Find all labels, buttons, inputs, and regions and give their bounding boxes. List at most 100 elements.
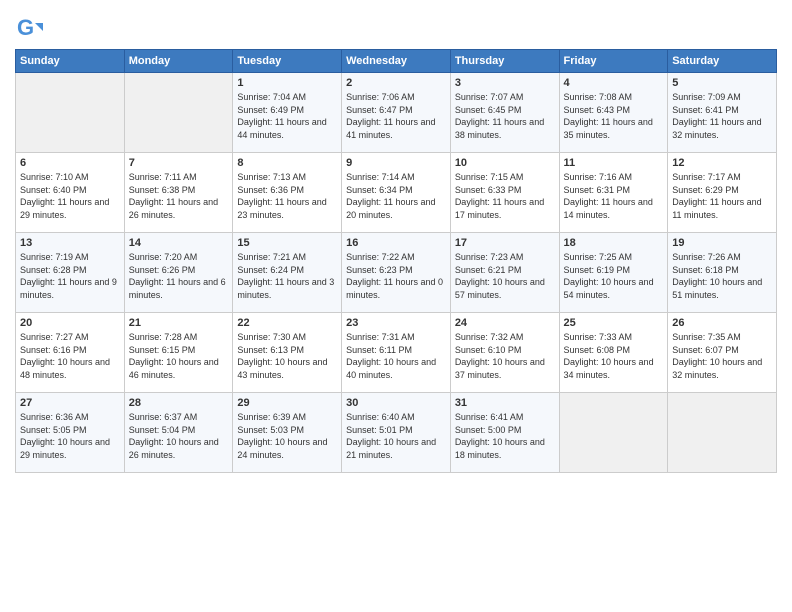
day-number: 2 [346, 77, 446, 89]
day-info: Sunrise: 7:28 AM Sunset: 6:15 PM Dayligh… [129, 331, 229, 381]
calendar-cell: 4Sunrise: 7:08 AM Sunset: 6:43 PM Daylig… [559, 73, 668, 153]
calendar-week-row: 1 Sunrise: 7:04 AM Sunset: 6:49 PM Daylig… [16, 73, 777, 153]
day-number: 8 [237, 157, 337, 169]
day-number: 31 [455, 397, 555, 409]
calendar-table: SundayMondayTuesdayWednesdayThursdayFrid… [15, 49, 777, 473]
calendar-cell: 9Sunrise: 7:14 AM Sunset: 6:34 PM Daylig… [342, 153, 451, 233]
calendar-cell: 24 Sunrise: 7:32 AM Sunset: 6:10 PM Dayli… [450, 313, 559, 393]
day-info: Sunrise: 7:27 AM Sunset: 6:16 PM Dayligh… [20, 331, 120, 381]
day-number: 14 [129, 237, 229, 249]
day-header-monday: Monday [124, 50, 233, 73]
day-info: Sunrise: 7:22 AM Sunset: 6:23 PM Dayligh… [346, 251, 446, 301]
day-info: Sunrise: 7:17 AM Sunset: 6:29 PM Dayligh… [672, 171, 772, 221]
calendar-cell: 8Sunrise: 7:13 AM Sunset: 6:36 PM Daylig… [233, 153, 342, 233]
logo: G [15, 15, 45, 43]
calendar-cell: 22Sunrise: 7:30 AM Sunset: 6:13 PM Dayli… [233, 313, 342, 393]
day-header-tuesday: Tuesday [233, 50, 342, 73]
calendar-cell: 10 Sunrise: 7:15 AM Sunset: 6:33 PM Dayli… [450, 153, 559, 233]
day-number: 28 [129, 397, 229, 409]
calendar-cell [124, 73, 233, 153]
calendar-cell: 29 Sunrise: 6:39 AM Sunset: 5:03 PM Dayli… [233, 393, 342, 473]
day-info: Sunrise: 7:07 AM Sunset: 6:45 PM Dayligh… [455, 91, 555, 141]
day-info: Sunrise: 7:21 AM Sunset: 6:24 PM Dayligh… [237, 251, 337, 301]
day-info: Sunrise: 7:23 AM Sunset: 6:21 PM Dayligh… [455, 251, 555, 301]
day-number: 20 [20, 317, 120, 329]
day-info: Sunrise: 7:10 AM Sunset: 6:40 PM Dayligh… [20, 171, 120, 221]
calendar-cell: 13Sunrise: 7:19 AM Sunset: 6:28 PM Dayli… [16, 233, 125, 313]
day-info: Sunrise: 7:11 AM Sunset: 6:38 PM Dayligh… [129, 171, 229, 221]
day-info: Sunrise: 7:33 AM Sunset: 6:08 PM Dayligh… [564, 331, 664, 381]
day-info: Sunrise: 7:31 AM Sunset: 6:11 PM Dayligh… [346, 331, 446, 381]
calendar-cell: 17 Sunrise: 7:23 AM Sunset: 6:21 PM Dayli… [450, 233, 559, 313]
day-info: Sunrise: 7:06 AM Sunset: 6:47 PM Dayligh… [346, 91, 446, 141]
calendar-cell: 19 Sunrise: 7:26 AM Sunset: 6:18 PM Dayli… [668, 233, 777, 313]
day-number: 17 [455, 237, 555, 249]
day-info: Sunrise: 6:40 AM Sunset: 5:01 PM Dayligh… [346, 411, 446, 461]
calendar-cell: 14 Sunrise: 7:20 AM Sunset: 6:26 PM Dayli… [124, 233, 233, 313]
logo-icon: G [15, 15, 43, 43]
day-header-wednesday: Wednesday [342, 50, 451, 73]
day-number: 18 [564, 237, 664, 249]
calendar-cell: 5 Sunrise: 7:09 AM Sunset: 6:41 PM Daylig… [668, 73, 777, 153]
day-number: 26 [672, 317, 772, 329]
day-info: Sunrise: 7:09 AM Sunset: 6:41 PM Dayligh… [672, 91, 772, 141]
calendar-cell: 12Sunrise: 7:17 AM Sunset: 6:29 PM Dayli… [668, 153, 777, 233]
day-info: Sunrise: 6:37 AM Sunset: 5:04 PM Dayligh… [129, 411, 229, 461]
day-info: Sunrise: 7:20 AM Sunset: 6:26 PM Dayligh… [129, 251, 229, 301]
calendar-cell: 16 Sunrise: 7:22 AM Sunset: 6:23 PM Dayli… [342, 233, 451, 313]
day-number: 13 [20, 237, 120, 249]
page-header: G [15, 10, 777, 43]
calendar-cell [16, 73, 125, 153]
day-info: Sunrise: 6:41 AM Sunset: 5:00 PM Dayligh… [455, 411, 555, 461]
day-number: 3 [455, 77, 555, 89]
day-info: Sunrise: 6:36 AM Sunset: 5:05 PM Dayligh… [20, 411, 120, 461]
calendar-cell: 28 Sunrise: 6:37 AM Sunset: 5:04 PM Dayli… [124, 393, 233, 473]
day-info: Sunrise: 7:15 AM Sunset: 6:33 PM Dayligh… [455, 171, 555, 221]
day-number: 29 [237, 397, 337, 409]
day-number: 1 [237, 77, 337, 89]
day-number: 11 [564, 157, 664, 169]
day-number: 19 [672, 237, 772, 249]
day-info: Sunrise: 6:39 AM Sunset: 5:03 PM Dayligh… [237, 411, 337, 461]
day-info: Sunrise: 7:32 AM Sunset: 6:10 PM Dayligh… [455, 331, 555, 381]
day-number: 30 [346, 397, 446, 409]
calendar-cell: 31 Sunrise: 6:41 AM Sunset: 5:00 PM Dayli… [450, 393, 559, 473]
day-info: Sunrise: 7:25 AM Sunset: 6:19 PM Dayligh… [564, 251, 664, 301]
calendar-cell: 27 Sunrise: 6:36 AM Sunset: 5:05 PM Dayli… [16, 393, 125, 473]
day-number: 10 [455, 157, 555, 169]
day-number: 9 [346, 157, 446, 169]
day-info: Sunrise: 7:26 AM Sunset: 6:18 PM Dayligh… [672, 251, 772, 301]
day-info: Sunrise: 7:35 AM Sunset: 6:07 PM Dayligh… [672, 331, 772, 381]
day-number: 23 [346, 317, 446, 329]
calendar-cell: 11 Sunrise: 7:16 AM Sunset: 6:31 PM Dayli… [559, 153, 668, 233]
day-info: Sunrise: 7:16 AM Sunset: 6:31 PM Dayligh… [564, 171, 664, 221]
day-number: 25 [564, 317, 664, 329]
calendar-week-row: 20 Sunrise: 7:27 AM Sunset: 6:16 PM Dayli… [16, 313, 777, 393]
calendar-week-row: 6Sunrise: 7:10 AM Sunset: 6:40 PM Daylig… [16, 153, 777, 233]
day-number: 15 [237, 237, 337, 249]
calendar-cell: 3 Sunrise: 7:07 AM Sunset: 6:45 PM Daylig… [450, 73, 559, 153]
calendar-cell: 23 Sunrise: 7:31 AM Sunset: 6:11 PM Dayli… [342, 313, 451, 393]
calendar-cell: 20 Sunrise: 7:27 AM Sunset: 6:16 PM Dayli… [16, 313, 125, 393]
day-header-sunday: Sunday [16, 50, 125, 73]
day-number: 4 [564, 77, 664, 89]
day-number: 16 [346, 237, 446, 249]
calendar-header-row: SundayMondayTuesdayWednesdayThursdayFrid… [16, 50, 777, 73]
day-header-saturday: Saturday [668, 50, 777, 73]
calendar-cell: 15 Sunrise: 7:21 AM Sunset: 6:24 PM Dayli… [233, 233, 342, 313]
day-number: 24 [455, 317, 555, 329]
calendar-cell [559, 393, 668, 473]
calendar-cell: 25 Sunrise: 7:33 AM Sunset: 6:08 PM Dayli… [559, 313, 668, 393]
calendar-cell: 2 Sunrise: 7:06 AM Sunset: 6:47 PM Daylig… [342, 73, 451, 153]
svg-text:G: G [17, 15, 34, 40]
day-number: 5 [672, 77, 772, 89]
calendar-cell: 7Sunrise: 7:11 AM Sunset: 6:38 PM Daylig… [124, 153, 233, 233]
day-header-thursday: Thursday [450, 50, 559, 73]
calendar-cell [668, 393, 777, 473]
calendar-week-row: 27 Sunrise: 6:36 AM Sunset: 5:05 PM Dayli… [16, 393, 777, 473]
calendar-week-row: 13Sunrise: 7:19 AM Sunset: 6:28 PM Dayli… [16, 233, 777, 313]
day-number: 27 [20, 397, 120, 409]
calendar-cell: 26 Sunrise: 7:35 AM Sunset: 6:07 PM Dayli… [668, 313, 777, 393]
calendar-cell: 30 Sunrise: 6:40 AM Sunset: 5:01 PM Dayli… [342, 393, 451, 473]
day-info: Sunrise: 7:04 AM Sunset: 6:49 PM Dayligh… [237, 91, 337, 141]
